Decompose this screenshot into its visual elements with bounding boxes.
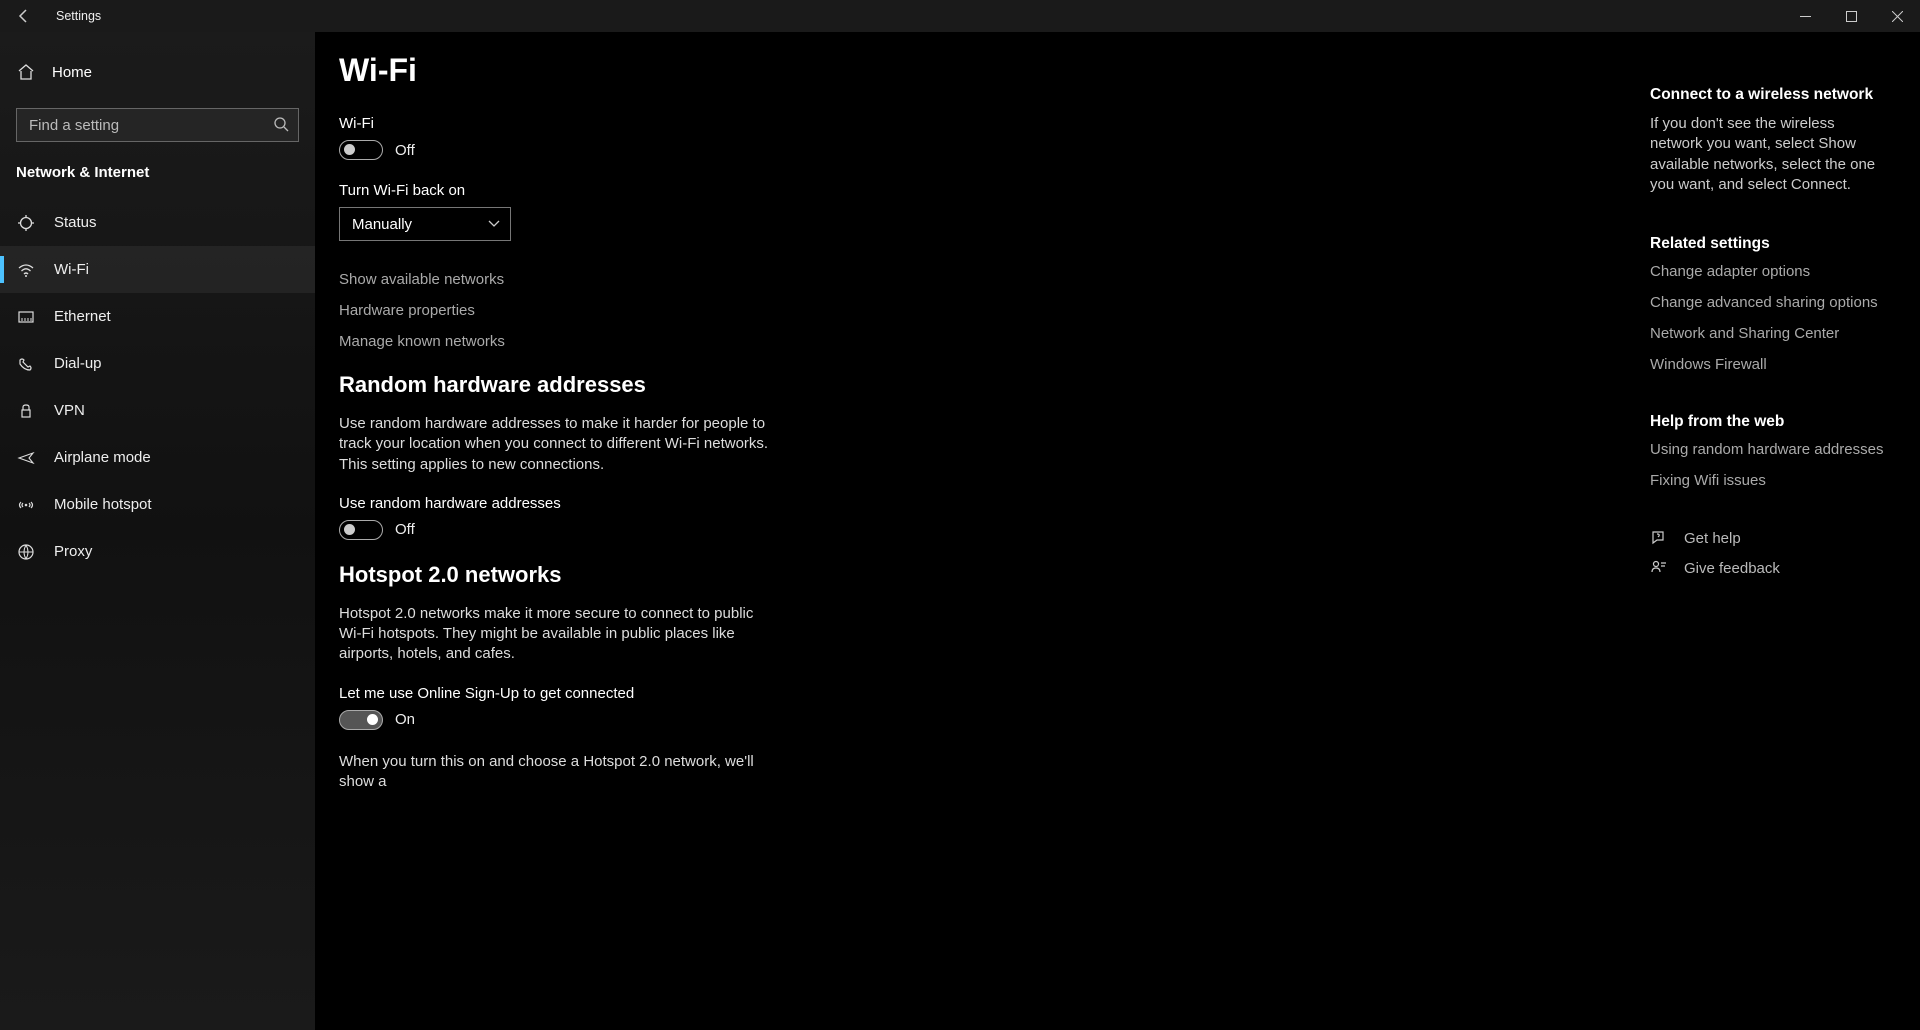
titlebar: Settings (0, 0, 1920, 32)
minimize-icon (1800, 11, 1811, 22)
sidebar-search-wrap (16, 108, 299, 142)
back-button[interactable] (0, 0, 48, 32)
hotspot-more-text: When you turn this on and choose a Hotsp… (339, 752, 779, 793)
sidebar-item-label: VPN (54, 402, 85, 419)
hotspot-toggle[interactable] (339, 710, 383, 730)
link-manage-known[interactable]: Manage known networks (339, 333, 1630, 350)
hotspot-desc: Hotspot 2.0 networks make it more secure… (339, 604, 779, 665)
sidebar-item-wifi[interactable]: Wi-Fi (0, 246, 315, 293)
sidebar-item-label: Airplane mode (54, 449, 151, 466)
close-icon (1892, 11, 1903, 22)
hotspot-icon (16, 496, 36, 514)
sidebar-item-dialup[interactable]: Dial-up (0, 340, 315, 387)
link-windows-firewall[interactable]: Windows Firewall (1650, 356, 1896, 373)
airplane-icon (16, 449, 36, 467)
sidebar-item-proxy[interactable]: Proxy (0, 528, 315, 575)
turn-back-on-value: Manually (352, 216, 412, 233)
home-icon (16, 63, 36, 81)
help-icon (1650, 529, 1668, 547)
sidebar-item-label: Proxy (54, 543, 92, 560)
chevron-down-icon (488, 220, 500, 228)
turn-back-on-label: Turn Wi-Fi back on (339, 182, 1630, 199)
back-arrow-icon (16, 8, 32, 24)
page-title: Wi-Fi (339, 52, 1630, 89)
sidebar-item-hotspot[interactable]: Mobile hotspot (0, 481, 315, 528)
hotspot-toggle-state: On (395, 711, 415, 728)
link-help-fixing-wifi[interactable]: Fixing Wifi issues (1650, 472, 1896, 489)
hotspot-heading: Hotspot 2.0 networks (339, 562, 1630, 588)
sidebar-item-vpn[interactable]: VPN (0, 387, 315, 434)
ethernet-icon (16, 308, 36, 326)
link-adapter-options[interactable]: Change adapter options (1650, 263, 1896, 280)
random-hw-heading: Random hardware addresses (339, 372, 1630, 398)
get-help-row[interactable]: Get help (1650, 529, 1896, 547)
proxy-icon (16, 543, 36, 561)
right-panel: Connect to a wireless network If you don… (1650, 86, 1920, 589)
random-hw-desc: Use random hardware addresses to make it… (339, 414, 779, 475)
search-input[interactable] (16, 108, 299, 142)
link-network-sharing-center[interactable]: Network and Sharing Center (1650, 325, 1896, 342)
close-button[interactable] (1874, 0, 1920, 32)
wifi-icon (16, 261, 36, 279)
sidebar-home[interactable]: Home (0, 50, 315, 94)
vpn-icon (16, 402, 36, 420)
wifi-toggle-state: Off (395, 142, 415, 159)
turn-back-on-select[interactable]: Manually (339, 207, 511, 241)
sidebar-section-title: Network & Internet (0, 160, 315, 199)
help-title: Help from the web (1650, 413, 1896, 431)
random-hw-toggle[interactable] (339, 520, 383, 540)
random-hw-toggle-state: Off (395, 521, 415, 538)
sidebar-item-ethernet[interactable]: Ethernet (0, 293, 315, 340)
sidebar-item-label: Dial-up (54, 355, 102, 372)
sidebar-item-status[interactable]: Status (0, 199, 315, 246)
sidebar-item-label: Ethernet (54, 308, 111, 325)
dialup-icon (16, 355, 36, 373)
link-hardware-properties[interactable]: Hardware properties (339, 302, 1630, 319)
wifi-toggle[interactable] (339, 140, 383, 160)
related-title: Related settings (1650, 235, 1896, 253)
connect-title: Connect to a wireless network (1650, 86, 1896, 104)
status-icon (16, 214, 36, 232)
wifi-toggle-label: Wi-Fi (339, 115, 1630, 132)
maximize-icon (1846, 11, 1857, 22)
random-hw-toggle-label: Use random hardware addresses (339, 495, 1630, 512)
give-feedback-row[interactable]: Give feedback (1650, 559, 1896, 577)
link-advanced-sharing[interactable]: Change advanced sharing options (1650, 294, 1896, 311)
main-panel: Wi-Fi Wi-Fi Off Turn Wi-Fi back on Manua… (315, 32, 1630, 1030)
sidebar-item-label: Mobile hotspot (54, 496, 152, 513)
minimize-button[interactable] (1782, 0, 1828, 32)
maximize-button[interactable] (1828, 0, 1874, 32)
sidebar-item-label: Wi-Fi (54, 261, 89, 278)
get-help-label: Get help (1684, 530, 1741, 547)
sidebar-home-label: Home (52, 64, 92, 81)
link-help-random-hw[interactable]: Using random hardware addresses (1650, 441, 1896, 458)
sidebar: Home Network & Internet Status Wi-Fi Eth… (0, 32, 315, 1030)
sidebar-item-airplane[interactable]: Airplane mode (0, 434, 315, 481)
window-title: Settings (48, 9, 101, 23)
feedback-icon (1650, 559, 1668, 577)
link-show-networks[interactable]: Show available networks (339, 271, 1630, 288)
search-icon (273, 116, 289, 132)
give-feedback-label: Give feedback (1684, 560, 1780, 577)
connect-text: If you don't see the wireless network yo… (1650, 114, 1890, 195)
sidebar-item-label: Status (54, 214, 97, 231)
hotspot-toggle-label: Let me use Online Sign-Up to get connect… (339, 685, 1630, 702)
